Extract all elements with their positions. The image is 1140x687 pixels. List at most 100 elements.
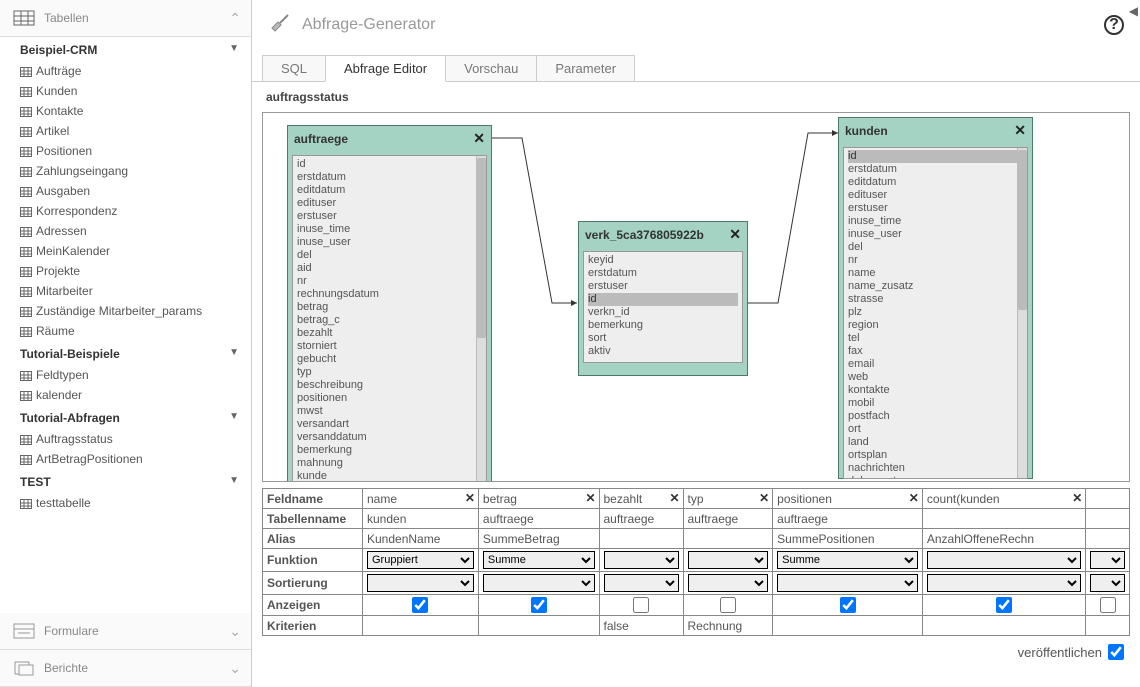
grid-cell[interactable]: SummeBetrag [478,529,599,549]
sidebar-group-title[interactable]: Beispiel-CRM▼ [0,37,251,61]
sidebar-item[interactable]: Korrespondenz [0,201,251,221]
grid-cell[interactable]: Summe [773,549,923,572]
entity-field[interactable]: inuse_user [848,228,1023,241]
sidebar-item[interactable]: Adressen [0,221,251,241]
remove-column-icon[interactable]: ✕ [465,491,475,505]
entity-field[interactable]: erstuser [848,202,1023,215]
entity-field[interactable]: erstuser [588,280,738,293]
entity-kunden[interactable]: kunden ✕ iderstdatumeditdatumedituserers… [838,117,1033,479]
entity-field[interactable]: edituser [848,189,1023,202]
entity-field[interactable]: email [848,358,1023,371]
grid-cell[interactable]: false [599,616,683,636]
entity-field[interactable]: region [848,319,1023,332]
entity-field[interactable]: tel [848,332,1023,345]
grid-cell[interactable]: typ✕ [683,489,773,509]
grid-cell-empty[interactable] [1086,616,1130,636]
entity-field[interactable]: id [848,150,1023,163]
function-select[interactable] [1090,551,1125,569]
entity-field[interactable]: kontakte [848,384,1023,397]
sidebar-item[interactable]: kalender [0,385,251,405]
entity-field[interactable]: id [297,158,482,171]
function-select[interactable] [604,551,679,569]
entity-field[interactable]: aid [297,262,482,275]
entity-field[interactable]: plz [848,306,1023,319]
entity-field[interactable]: editdatum [297,184,482,197]
close-icon[interactable]: ✕ [729,226,741,243]
grid-cell-empty[interactable] [1086,509,1130,529]
entity-auftraege-fields[interactable]: iderstdatumeditdatumeditusererstuserinus… [292,155,487,482]
grid-cell[interactable]: name✕ [363,489,479,509]
grid-cell[interactable] [922,595,1085,616]
entity-field[interactable]: ortsplan [848,449,1023,462]
grid-cell[interactable] [683,572,773,595]
entity-field[interactable]: erstuser [297,210,482,223]
entity-field[interactable]: versandart [297,418,482,431]
entity-field[interactable]: bezahlt [297,327,482,340]
grid-cell[interactable]: count(kunden✕ [922,489,1085,509]
entity-field[interactable]: versanddatum [297,431,482,444]
grid-cell[interactable]: Gruppiert [363,549,479,572]
show-checkbox[interactable] [412,597,428,613]
sidebar-group-title[interactable]: Tutorial-Beispiele▼ [0,341,251,365]
grid-cell-empty[interactable] [1086,549,1130,572]
sidebar-item[interactable]: Auftragsstatus [0,429,251,449]
tab-vorschau[interactable]: Vorschau [445,55,537,82]
grid-cell[interactable] [478,595,599,616]
entity-field[interactable]: sort [588,332,738,345]
grid-cell[interactable]: auftraege [683,509,773,529]
entity-field[interactable]: bemerkung [297,444,482,457]
entity-verk[interactable]: verk_5ca376805922b ✕ keyiderstdatumerstu… [578,221,748,376]
sidebar-item[interactable]: Zuständige Mitarbeiter_params [0,301,251,321]
sidebar-item[interactable]: Artikel [0,121,251,141]
function-select[interactable]: Gruppiert [367,551,474,569]
close-icon[interactable]: ✕ [473,130,485,147]
show-checkbox[interactable] [840,597,856,613]
entity-field[interactable]: kunde [297,470,482,482]
entity-field[interactable]: ort [848,423,1023,436]
scrollbar[interactable] [476,156,486,482]
entity-field[interactable]: strasse [848,293,1023,306]
grid-cell[interactable] [478,616,599,636]
remove-column-icon[interactable]: ✕ [1072,491,1082,505]
function-select[interactable] [688,551,769,569]
entity-field[interactable]: erstdatum [848,163,1023,176]
grid-cell[interactable] [773,616,923,636]
sidebar-item[interactable]: Positionen [0,141,251,161]
entity-field[interactable]: del [297,249,482,262]
entity-field[interactable]: mwst [297,405,482,418]
show-checkbox[interactable] [1100,597,1116,613]
sidebar-section-reports[interactable]: Berichte ⌄ [0,650,251,687]
entity-field[interactable]: betrag_c [297,314,482,327]
grid-cell[interactable]: betrag✕ [478,489,599,509]
grid-cell[interactable] [683,549,773,572]
grid-cell-empty[interactable] [1086,489,1130,509]
entity-field[interactable]: nachrichten [848,462,1023,475]
grid-cell-empty[interactable] [1086,595,1130,616]
grid-cell[interactable]: KundenName [363,529,479,549]
function-select[interactable] [927,551,1081,569]
sidebar-item[interactable]: Zahlungseingang [0,161,251,181]
tab-sql[interactable]: SQL [262,55,326,82]
entity-field[interactable]: dokumente [848,475,1023,479]
sort-select[interactable] [927,574,1081,592]
show-checkbox[interactable] [996,597,1012,613]
grid-cell[interactable] [922,549,1085,572]
sort-select[interactable] [367,574,474,592]
entity-auftraege[interactable]: auftraege ✕ iderstdatumeditdatumedituser… [287,125,492,482]
grid-cell[interactable]: auftraege [478,509,599,529]
entity-field[interactable]: mobil [848,397,1023,410]
grid-cell[interactable]: SummePositionen [773,529,923,549]
help-icon[interactable]: ? [1104,15,1124,35]
sort-select[interactable] [604,574,679,592]
sidebar-section-tables[interactable]: Tabellen ⌃ [0,0,251,37]
grid-cell[interactable] [363,616,479,636]
grid-cell[interactable]: auftraege [773,509,923,529]
show-checkbox[interactable] [531,597,547,613]
entity-field[interactable]: betrag [297,301,482,314]
grid-cell[interactable] [478,572,599,595]
sidebar-group-title[interactable]: Tutorial-Abfragen▼ [0,405,251,429]
grid-cell[interactable] [363,595,479,616]
sidebar-group-title[interactable]: TEST▼ [0,469,251,493]
entity-field[interactable]: positionen [297,392,482,405]
grid-cell[interactable]: AnzahlOffeneRechn [922,529,1085,549]
